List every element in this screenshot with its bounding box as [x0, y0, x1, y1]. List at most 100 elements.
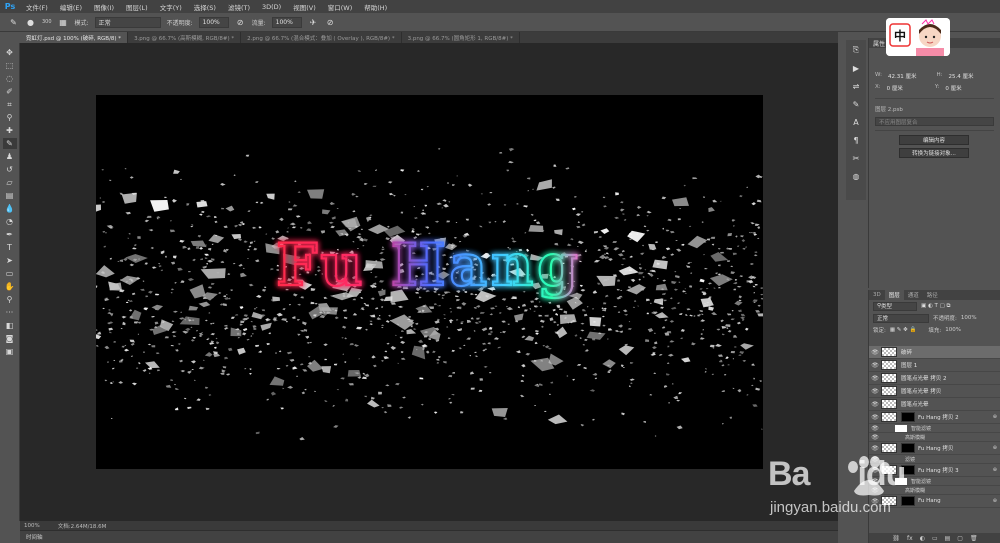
tab-channels[interactable]: 通道: [904, 290, 923, 300]
gradient-tool-icon[interactable]: ▤: [3, 190, 17, 201]
layer-name[interactable]: 圆笔点光晕 拷贝: [901, 387, 941, 395]
dodge-tool-icon[interactable]: ◔: [3, 216, 17, 227]
color-swatches-icon[interactable]: ◧: [3, 320, 17, 331]
layer-thumbnail[interactable]: [881, 443, 897, 453]
visibility-eye-icon[interactable]: 👁: [869, 478, 881, 485]
tab-2png-overlay[interactable]: 2.png @ 66.7% (混合模式：叠加 ( Overlay ), RGB/…: [241, 32, 402, 43]
w-value[interactable]: 42.31 厘米: [888, 72, 917, 80]
eyedropper-tool-icon[interactable]: ⚲: [3, 112, 17, 123]
path-select-tool-icon[interactable]: ➤: [3, 255, 17, 266]
adjustments-icon[interactable]: ⇌: [850, 80, 863, 92]
menu-edit[interactable]: 编辑(E): [54, 2, 88, 12]
trash-icon[interactable]: 🗑: [970, 535, 978, 542]
menu-type[interactable]: 文字(Y): [154, 2, 188, 12]
visibility-eye-icon[interactable]: 👁: [869, 349, 881, 356]
filter-mask-thumb[interactable]: [895, 477, 907, 485]
edit-contents-button[interactable]: 编辑内容: [899, 135, 969, 145]
visibility-eye-icon[interactable]: 👁: [869, 445, 881, 452]
layer-sub-row[interactable]: 👁 智能滤镜: [869, 477, 1000, 486]
layer-effects-icon[interactable]: ⊕: [993, 467, 997, 473]
visibility-eye-icon[interactable]: 👁: [869, 467, 881, 474]
layer-name[interactable]: 滤镜: [905, 456, 915, 463]
canvas-workspace[interactable]: Fu Hang: [20, 43, 838, 521]
tab-paths[interactable]: 路径: [923, 290, 942, 300]
layer-name[interactable]: 高斯模糊: [905, 434, 925, 441]
brush-presets-icon[interactable]: ✎: [850, 98, 863, 110]
menu-help[interactable]: 帮助(H): [358, 2, 393, 12]
3d-icon[interactable]: ◍: [850, 170, 863, 182]
layer-row[interactable]: 👁 圆笔点光晕 拷贝: [869, 385, 1000, 398]
layer-name[interactable]: Fu Hang: [918, 498, 941, 504]
timeline-panel-tab[interactable]: 时间轴: [20, 530, 838, 543]
layer-sub-row[interactable]: 👁 滤镜: [869, 455, 1000, 464]
layer-opacity-value[interactable]: 100%: [961, 315, 977, 321]
layer-thumbnail[interactable]: [881, 347, 897, 357]
menu-image[interactable]: 图像(I): [88, 2, 120, 12]
screen-mode-icon[interactable]: ▣: [3, 346, 17, 357]
menu-layer[interactable]: 图层(L): [120, 2, 154, 12]
layer-comp-select[interactable]: 不应用图层复合: [875, 117, 994, 126]
layer-effects-icon[interactable]: ⊕: [993, 498, 997, 504]
x-value[interactable]: 0 厘米: [887, 84, 903, 92]
pen-tool-icon[interactable]: ✒: [3, 229, 17, 240]
lasso-tool-icon[interactable]: ◌: [3, 73, 17, 84]
move-tool-icon[interactable]: ✥: [3, 47, 17, 58]
mask-icon[interactable]: ◐: [920, 535, 925, 542]
crop-tool-icon[interactable]: ⌗: [3, 99, 17, 110]
hand-tool-icon[interactable]: ✋: [3, 281, 17, 292]
layer-row[interactable]: 👁 Fu Hang 拷贝 ⊕: [869, 442, 1000, 455]
visibility-eye-icon[interactable]: 👁: [869, 388, 881, 395]
more-tools-icon[interactable]: ···: [3, 307, 17, 318]
filter-icons[interactable]: ▣ ◐ T ▢ ⧉: [921, 303, 950, 310]
group-icon[interactable]: ▤: [945, 535, 951, 542]
visibility-eye-icon[interactable]: 👁: [869, 456, 881, 463]
visibility-eye-icon[interactable]: 👁: [869, 362, 881, 369]
menu-select[interactable]: 选择(S): [188, 2, 222, 12]
layer-sub-row[interactable]: 👁 智能滤镜: [869, 424, 1000, 433]
adjustment-icon[interactable]: ▭: [932, 535, 938, 542]
flow-input[interactable]: 100%: [271, 16, 302, 28]
pressure-opacity-icon[interactable]: ⊘: [235, 17, 246, 28]
brush-tool-icon[interactable]: ✎: [2, 138, 17, 149]
zoom-level[interactable]: 100%: [24, 523, 40, 529]
h-value[interactable]: 25.4 厘米: [948, 72, 973, 80]
type-tool-icon[interactable]: T: [3, 242, 17, 253]
visibility-eye-icon[interactable]: 👁: [869, 434, 881, 441]
layer-name[interactable]: 智能滤镜: [911, 425, 931, 432]
menu-3d[interactable]: 3D(D): [256, 3, 287, 11]
y-value[interactable]: 0 厘米: [945, 84, 961, 92]
layer-row[interactable]: 👁 Fu Hang ⊕: [869, 495, 1000, 508]
tab-neon-psd[interactable]: 霓虹灯.psd @ 100% (破碎, RGB/8) *: [20, 32, 129, 43]
fill-value[interactable]: 100%: [945, 327, 961, 333]
layer-thumbnail[interactable]: [881, 360, 897, 370]
brush-preset-icon[interactable]: ●: [25, 17, 36, 28]
layer-thumbnail[interactable]: [881, 386, 897, 396]
layer-row[interactable]: 👁 Fu Hang 拷贝 3 ⊕: [869, 464, 1000, 477]
character-icon[interactable]: A: [850, 116, 863, 128]
brush-panel-icon[interactable]: ▦: [58, 17, 69, 28]
visibility-eye-icon[interactable]: 👁: [869, 375, 881, 382]
mode-select[interactable]: 正常: [94, 16, 161, 28]
lock-icons[interactable]: ▦ ✎ ✥ 🔒: [890, 327, 917, 333]
layer-mask-thumbnail[interactable]: [901, 412, 915, 422]
link-layers-icon[interactable]: ⛓: [892, 535, 900, 542]
marquee-tool-icon[interactable]: ⬚: [3, 60, 17, 71]
menu-file[interactable]: 文件(F): [20, 2, 54, 12]
layer-name[interactable]: Fu Hang 拷贝 2: [918, 413, 959, 421]
shape-tool-icon[interactable]: ▭: [3, 268, 17, 279]
kind-filter-select[interactable]: ⚲ 类型: [873, 301, 917, 311]
layer-name[interactable]: 图层 1: [901, 361, 917, 369]
layer-thumbnail[interactable]: [881, 373, 897, 383]
layer-thumbnail[interactable]: [881, 399, 897, 409]
eraser-tool-icon[interactable]: ▱: [3, 177, 17, 188]
layer-name[interactable]: 圆笔点光晕 拷贝 2: [901, 374, 947, 382]
layer-name[interactable]: 智能滤镜: [911, 478, 931, 485]
visibility-eye-icon[interactable]: 👁: [869, 498, 881, 505]
layer-effects-icon[interactable]: ⊕: [993, 445, 997, 451]
doc-size[interactable]: 文档:2.64M/18.6M: [58, 522, 107, 530]
quick-mask-icon[interactable]: ◙: [3, 333, 17, 344]
layer-row[interactable]: 👁 圆笔点光晕: [869, 398, 1000, 411]
tab-3png-rect[interactable]: 3.png @ 66.7% (圆角矩形 1, RGB/8#) *: [402, 32, 520, 43]
stamp-tool-icon[interactable]: ♟: [3, 151, 17, 162]
document-canvas[interactable]: Fu Hang: [96, 95, 763, 469]
